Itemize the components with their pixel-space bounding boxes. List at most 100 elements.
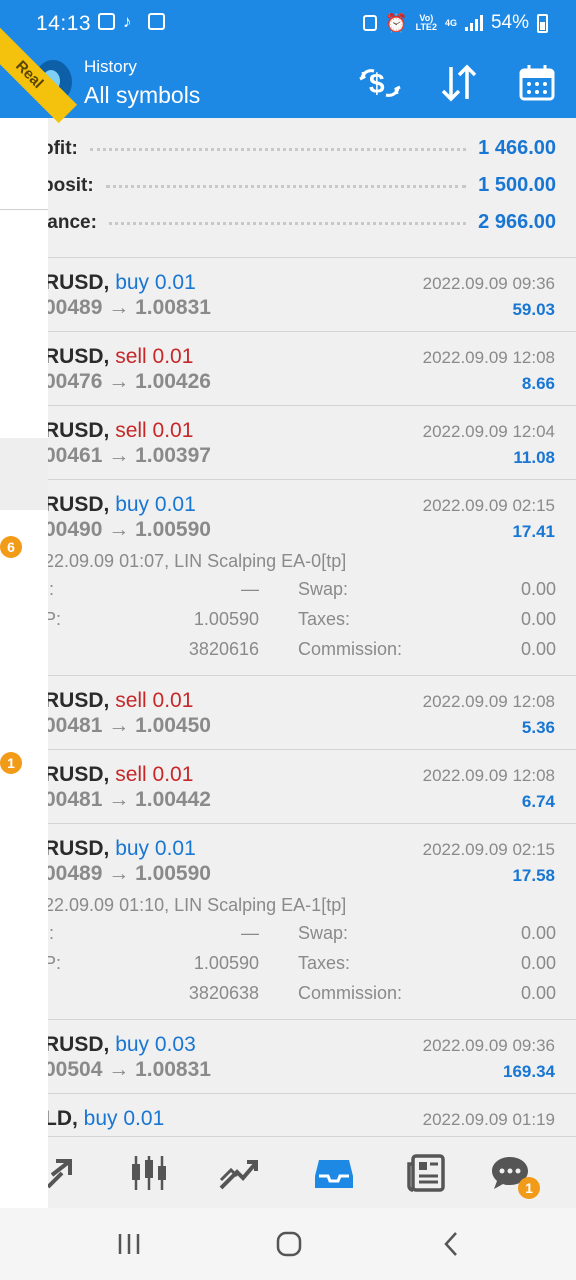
trade-details: 22.09.09 01:07, LIN Scalping EA-0[tp] .:… bbox=[48, 551, 576, 675]
trade-symbol: RUSD, buy 0.01 bbox=[48, 837, 196, 860]
trade-item[interactable]: RUSD, buy 0.03 00504 → 1.00831 2022.09.0… bbox=[48, 1020, 576, 1094]
trade-profit: 11.08 bbox=[513, 448, 555, 467]
trade-side: sell 0.01 bbox=[115, 345, 194, 368]
trade-profit: 8.66 bbox=[521, 374, 555, 393]
details-row-id: 3820638 Commission: 0.00 bbox=[188, 983, 556, 1003]
trade-comment: 22.09.09 01:10, LIN Scalping EA-1[tp] bbox=[48, 895, 347, 915]
battery-percent: 54% bbox=[490, 12, 529, 33]
trade-symbol: RUSD, buy 0.01 bbox=[48, 271, 196, 294]
calendar-button[interactable] bbox=[515, 62, 559, 104]
dotted-leader bbox=[108, 221, 467, 225]
summary-balance-row: lance: 2 966.00 bbox=[42, 204, 556, 241]
back-chevron-icon bbox=[444, 1232, 457, 1256]
trade-symbol: RUSD, sell 0.01 bbox=[48, 419, 194, 442]
nav-trade[interactable] bbox=[216, 1151, 260, 1195]
trade-side: buy 0.01 bbox=[115, 271, 196, 294]
toolbar-title: History bbox=[84, 57, 137, 76]
tiktok-icon: ♪ bbox=[123, 12, 132, 31]
trade-side: buy 0.03 bbox=[115, 1033, 196, 1056]
nav-history[interactable] bbox=[312, 1151, 356, 1195]
trade-item-expanded[interactable]: RUSD, buy 0.01 00490 → 1.00590 2022.09.0… bbox=[48, 480, 576, 676]
trade-comment: 22.09.09 01:07, LIN Scalping EA-0[tp] bbox=[48, 551, 347, 571]
status-time: 14:13 bbox=[36, 12, 92, 35]
trade-prices: 00504 → 1.00831 bbox=[48, 1058, 211, 1081]
trade-item[interactable]: RUSD, sell 0.01 00481 → 1.00450 2022.09.… bbox=[48, 676, 576, 750]
nav-news[interactable] bbox=[404, 1151, 448, 1195]
trade-time: 2022.09.09 02:15 bbox=[422, 496, 555, 515]
trade-prices: 00490 → 1.00590 bbox=[48, 518, 211, 541]
nav-messages[interactable]: 1 bbox=[488, 1151, 540, 1199]
details-row-sl: .: — Swap: 0.00 bbox=[48, 579, 556, 599]
trade-time: 2022.09.09 12:08 bbox=[422, 766, 555, 785]
trade-side: buy 0.01 bbox=[83, 1107, 165, 1130]
drawer-selected-item[interactable] bbox=[0, 438, 48, 510]
sort-button[interactable] bbox=[437, 62, 481, 104]
lock-icon bbox=[363, 15, 378, 31]
volte-indicator: Vo) LTE2 bbox=[415, 13, 437, 32]
trade-prices: 00481 → 1.00442 bbox=[48, 788, 211, 811]
summary-deposit-row: posit: 1 500.00 bbox=[42, 167, 556, 204]
trade-symbol: RUSD, sell 0.01 bbox=[48, 345, 194, 368]
network-type: 4G bbox=[444, 17, 457, 28]
recent-apps-button[interactable] bbox=[114, 1228, 144, 1260]
trade-symbol: RUSD, buy 0.03 bbox=[48, 1033, 196, 1056]
trade-item[interactable]: RUSD, sell 0.01 00476 → 1.00426 2022.09.… bbox=[48, 332, 576, 406]
history-summary: ofit: 1 466.00 posit: 1 500.00 lance: 2 … bbox=[42, 118, 576, 258]
summary-profit-row: ofit: 1 466.00 bbox=[42, 130, 556, 167]
chat-badge: 1 bbox=[518, 1177, 540, 1199]
trade-prices: 00481 → 1.00450 bbox=[48, 714, 211, 737]
deposit-value: 1 500.00 bbox=[478, 174, 556, 196]
trade-symbol: RUSD, buy 0.01 bbox=[48, 493, 196, 516]
home-icon bbox=[276, 1231, 302, 1257]
trade-time: 2022.09.09 12:08 bbox=[422, 692, 555, 711]
trade-icon bbox=[219, 1160, 258, 1190]
dotted-leader bbox=[105, 184, 467, 188]
navigation-drawer[interactable]: 6 1 bbox=[0, 118, 48, 1208]
trade-side: buy 0.01 bbox=[115, 493, 196, 516]
trade-profit: 6.74 bbox=[521, 792, 555, 811]
trade-symbol: RUSD, sell 0.01 bbox=[48, 689, 194, 712]
alarm-icon: ⏰ bbox=[385, 12, 408, 33]
balance-label: lance: bbox=[42, 211, 97, 233]
trade-item-expanded[interactable]: RUSD, buy 0.01 00489 → 1.00590 2022.09.0… bbox=[48, 824, 576, 1020]
status-bar: 14:13 ♪ ⏰ Vo) LTE2 4G 54% bbox=[0, 0, 576, 48]
battery-icon bbox=[537, 13, 548, 33]
trade-prices: 00489 → 1.00831 bbox=[48, 296, 211, 319]
news-icon bbox=[148, 13, 165, 30]
trade-history-list[interactable]: RUSD, buy 0.01 00489 → 1.00831 2022.09.0… bbox=[48, 258, 576, 1136]
trade-profit: 169.34 bbox=[503, 1062, 555, 1081]
trade-time: 2022.09.09 12:04 bbox=[422, 422, 555, 441]
trade-side: sell 0.01 bbox=[115, 419, 194, 442]
nav-chart[interactable] bbox=[127, 1151, 171, 1195]
recent-apps-icon bbox=[118, 1234, 140, 1254]
signal-icon bbox=[464, 15, 483, 31]
trade-profit: 5.36 bbox=[521, 718, 555, 737]
trade-time: 2022.09.09 09:36 bbox=[422, 1036, 555, 1055]
trade-details: 22.09.09 01:10, LIN Scalping EA-1[tp] .:… bbox=[48, 895, 576, 1019]
trade-item[interactable]: RUSD, sell 0.01 00461 → 1.00397 2022.09.… bbox=[48, 406, 576, 480]
back-button[interactable] bbox=[438, 1228, 464, 1260]
trade-side: sell 0.01 bbox=[115, 689, 194, 712]
notification-icons: ♪ bbox=[98, 13, 165, 30]
profit-value: 1 466.00 bbox=[478, 137, 556, 159]
system-navigation-bar bbox=[0, 1208, 576, 1280]
trade-symbol: LD, buy 0.01 bbox=[48, 1107, 165, 1130]
news-icon bbox=[407, 1154, 445, 1192]
status-right: ⏰ Vo) LTE2 4G 54% bbox=[363, 12, 548, 34]
quotes-icon bbox=[46, 1159, 72, 1189]
drawer-divider bbox=[0, 209, 48, 210]
details-row-sl: .: — Swap: 0.00 bbox=[48, 923, 556, 943]
trade-item[interactable]: LD, buy 0.01 2022.09.09 01:19 bbox=[48, 1094, 576, 1136]
trade-side: sell 0.01 bbox=[115, 763, 194, 786]
symbol-filter[interactable]: All symbols bbox=[84, 82, 200, 109]
home-button[interactable] bbox=[274, 1228, 304, 1260]
currency-exchange-button[interactable]: $ bbox=[358, 62, 402, 104]
trade-time: 2022.09.09 09:36 bbox=[422, 274, 555, 293]
trade-side: buy 0.01 bbox=[115, 837, 196, 860]
gallery-icon bbox=[98, 13, 115, 30]
trade-item[interactable]: RUSD, buy 0.01 00489 → 1.00831 2022.09.0… bbox=[48, 258, 576, 332]
trade-item[interactable]: RUSD, sell 0.01 00481 → 1.00442 2022.09.… bbox=[48, 750, 576, 824]
currency-exchange-icon: $ bbox=[359, 68, 401, 99]
trade-profit: 17.58 bbox=[512, 866, 555, 885]
balance-value: 2 966.00 bbox=[478, 211, 556, 233]
